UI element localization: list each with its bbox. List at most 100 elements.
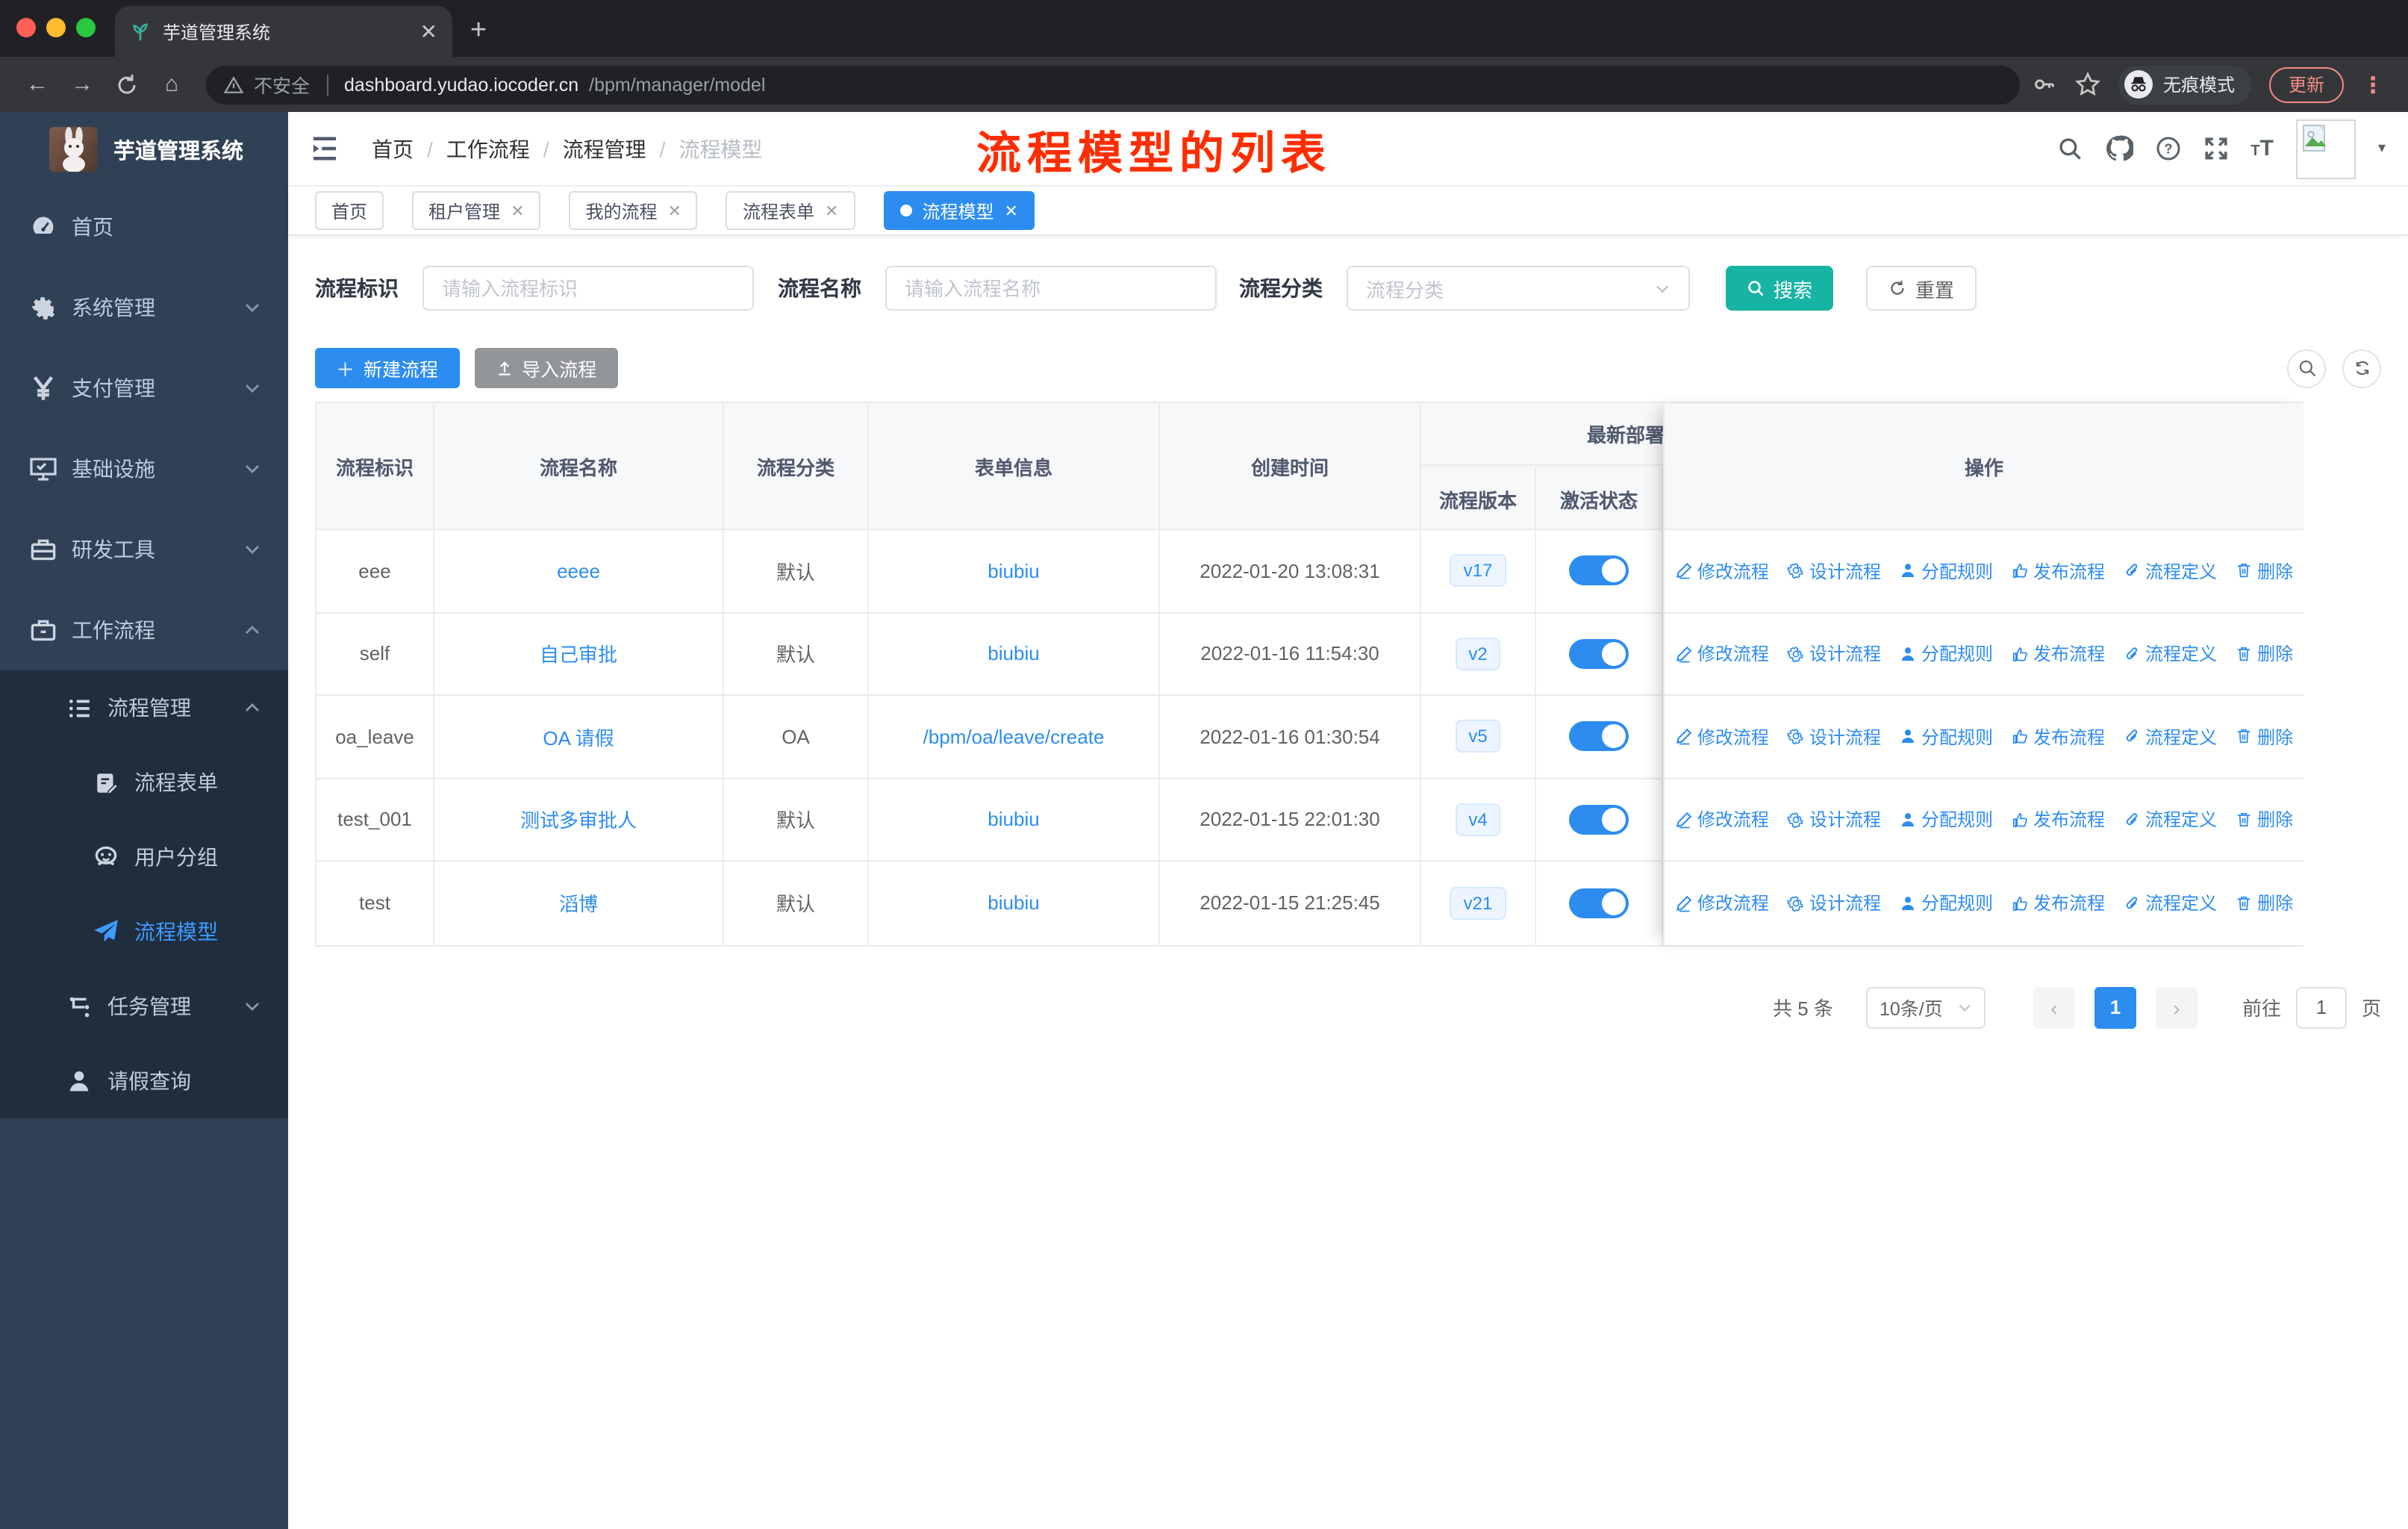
sidebar-item-devtools[interactable]: 研发工具 bbox=[0, 509, 288, 590]
window-minimize-button[interactable] bbox=[46, 18, 66, 37]
browser-tab[interactable]: 芋道管理系统 ✕ bbox=[115, 6, 452, 57]
form-info-link[interactable]: biubiu bbox=[988, 643, 1039, 665]
reset-button[interactable]: 重置 bbox=[1866, 266, 1977, 311]
tab-close-icon[interactable]: ✕ bbox=[420, 19, 437, 44]
font-size-icon[interactable]: TT bbox=[2251, 136, 2274, 161]
tab-close-icon[interactable]: ✕ bbox=[511, 201, 524, 220]
action-delete-link[interactable]: 删除 bbox=[2235, 724, 2293, 750]
action-modify-link[interactable]: 修改流程 bbox=[1675, 891, 1769, 916]
github-icon[interactable] bbox=[2104, 134, 2133, 163]
active-toggle[interactable] bbox=[1569, 555, 1629, 586]
avatar-caret-icon[interactable]: ▾ bbox=[2378, 140, 2386, 157]
action-modify-link[interactable]: 修改流程 bbox=[1675, 807, 1769, 832]
action-design-link[interactable]: 设计流程 bbox=[1787, 807, 1881, 832]
action-assign-link[interactable]: 分配规则 bbox=[1899, 724, 1993, 750]
action-design-link[interactable]: 设计流程 bbox=[1787, 641, 1881, 667]
home-icon[interactable]: ⌂ bbox=[149, 72, 194, 97]
action-definition-link[interactable]: 流程定义 bbox=[2123, 641, 2217, 667]
sidebar-item-infrastructure[interactable]: 基础设施 bbox=[0, 429, 288, 509]
url-bar[interactable]: 不安全 dashboard.yudao.iocoder.cn/bpm/manag… bbox=[206, 65, 2020, 104]
current-page-button[interactable]: 1 bbox=[2094, 986, 2136, 1028]
action-publish-link[interactable]: 发布流程 bbox=[2011, 641, 2105, 667]
page-size-select[interactable]: 10条/页 bbox=[1865, 986, 1986, 1028]
tab-chip-process-model[interactable]: 流程模型 ✕ bbox=[883, 191, 1035, 230]
avatar[interactable] bbox=[2295, 119, 2356, 178]
sidebar-item-process-mgmt[interactable]: 流程管理 bbox=[0, 670, 288, 745]
breadcrumb-item[interactable]: 流程管理 bbox=[563, 134, 646, 164]
sidebar-item-workflow[interactable]: 工作流程 bbox=[0, 590, 288, 670]
action-publish-link[interactable]: 发布流程 bbox=[2011, 807, 2105, 832]
goto-page-input[interactable] bbox=[2295, 986, 2347, 1028]
tab-chip-tenant[interactable]: 租户管理 ✕ bbox=[412, 191, 541, 230]
refresh-button[interactable] bbox=[2342, 349, 2381, 387]
form-info-link[interactable]: biubiu bbox=[988, 560, 1039, 582]
process-name-link[interactable]: OA 请假 bbox=[543, 723, 614, 751]
process-name-link[interactable]: 滔博 bbox=[559, 889, 598, 918]
reload-icon[interactable] bbox=[105, 72, 149, 96]
help-icon[interactable]: ? bbox=[2155, 136, 2180, 161]
key-icon[interactable] bbox=[2032, 72, 2057, 97]
sidebar-item-user-group[interactable]: 用户分组 bbox=[0, 820, 288, 894]
sidebar-item-process-form[interactable]: 流程表单 bbox=[0, 745, 288, 820]
collapse-sidebar-icon[interactable] bbox=[311, 136, 339, 161]
action-publish-link[interactable]: 发布流程 bbox=[2011, 558, 2105, 584]
sidebar-item-task-mgmt[interactable]: 任务管理 bbox=[0, 969, 288, 1044]
tab-close-icon[interactable]: ✕ bbox=[1004, 201, 1017, 220]
forward-icon[interactable]: → bbox=[60, 72, 105, 97]
prev-page-button[interactable]: ‹ bbox=[2033, 986, 2075, 1028]
active-toggle[interactable] bbox=[1569, 638, 1629, 669]
breadcrumb-item[interactable]: 工作流程 bbox=[446, 134, 530, 164]
sidebar-item-process-model[interactable]: 流程模型 bbox=[0, 894, 288, 969]
show-search-button[interactable] bbox=[2287, 349, 2326, 387]
action-assign-link[interactable]: 分配规则 bbox=[1899, 807, 1993, 832]
action-publish-link[interactable]: 发布流程 bbox=[2011, 724, 2105, 750]
action-definition-link[interactable]: 流程定义 bbox=[2123, 558, 2217, 584]
process-name-link[interactable]: 自己审批 bbox=[540, 640, 617, 668]
browser-menu-icon[interactable]: ⋮ bbox=[2362, 71, 2384, 98]
form-info-link[interactable]: /bpm/oa/leave/create bbox=[923, 726, 1105, 748]
search-icon[interactable] bbox=[2056, 136, 2082, 161]
action-modify-link[interactable]: 修改流程 bbox=[1675, 724, 1769, 750]
new-tab-button[interactable]: + bbox=[470, 15, 487, 48]
action-assign-link[interactable]: 分配规则 bbox=[1899, 558, 1993, 584]
action-design-link[interactable]: 设计流程 bbox=[1787, 558, 1881, 584]
fullscreen-icon[interactable] bbox=[2203, 136, 2228, 161]
window-close-button[interactable] bbox=[16, 18, 36, 37]
sidebar-item-system[interactable]: 系统管理 bbox=[0, 267, 288, 348]
action-design-link[interactable]: 设计流程 bbox=[1787, 724, 1881, 750]
form-info-link[interactable]: biubiu bbox=[988, 809, 1039, 831]
breadcrumb-item[interactable]: 首页 bbox=[372, 134, 414, 164]
sidebar-item-payment[interactable]: 支付管理 bbox=[0, 348, 288, 429]
active-toggle[interactable] bbox=[1569, 804, 1629, 835]
action-delete-link[interactable]: 删除 bbox=[2235, 641, 2293, 667]
process-name-link[interactable]: eeee bbox=[557, 560, 600, 582]
tab-close-icon[interactable]: ✕ bbox=[668, 201, 681, 220]
tab-close-icon[interactable]: ✕ bbox=[825, 201, 838, 220]
action-assign-link[interactable]: 分配规则 bbox=[1899, 891, 1993, 916]
update-button[interactable]: 更新 bbox=[2268, 66, 2344, 102]
action-assign-link[interactable]: 分配规则 bbox=[1899, 641, 1993, 667]
action-definition-link[interactable]: 流程定义 bbox=[2123, 724, 2217, 750]
search-button[interactable]: 搜索 bbox=[1726, 266, 1834, 311]
action-delete-link[interactable]: 删除 bbox=[2235, 558, 2293, 584]
process-category-select[interactable]: 流程分类 bbox=[1347, 266, 1690, 311]
tab-chip-my-process[interactable]: 我的流程 ✕ bbox=[569, 191, 698, 230]
active-toggle[interactable] bbox=[1569, 888, 1629, 918]
create-process-button[interactable]: ＋ 新建流程 bbox=[315, 348, 460, 388]
action-modify-link[interactable]: 修改流程 bbox=[1675, 641, 1769, 667]
sidebar-logo[interactable]: 芋道管理系统 bbox=[0, 112, 288, 187]
process-name-link[interactable]: 测试多审批人 bbox=[520, 806, 637, 834]
process-id-input[interactable] bbox=[422, 266, 754, 311]
active-toggle[interactable] bbox=[1569, 721, 1629, 752]
sidebar-item-home[interactable]: 首页 bbox=[0, 187, 288, 267]
back-icon[interactable]: ← bbox=[15, 72, 60, 97]
action-delete-link[interactable]: 删除 bbox=[2235, 891, 2293, 916]
tab-chip-process-form[interactable]: 流程表单 ✕ bbox=[726, 191, 855, 230]
action-modify-link[interactable]: 修改流程 bbox=[1675, 558, 1769, 584]
bookmark-star-icon[interactable] bbox=[2075, 72, 2100, 97]
next-page-button[interactable]: › bbox=[2155, 986, 2198, 1028]
action-publish-link[interactable]: 发布流程 bbox=[2011, 891, 2105, 916]
action-definition-link[interactable]: 流程定义 bbox=[2123, 891, 2217, 916]
form-info-link[interactable]: biubiu bbox=[988, 892, 1039, 915]
window-zoom-button[interactable] bbox=[76, 18, 96, 37]
